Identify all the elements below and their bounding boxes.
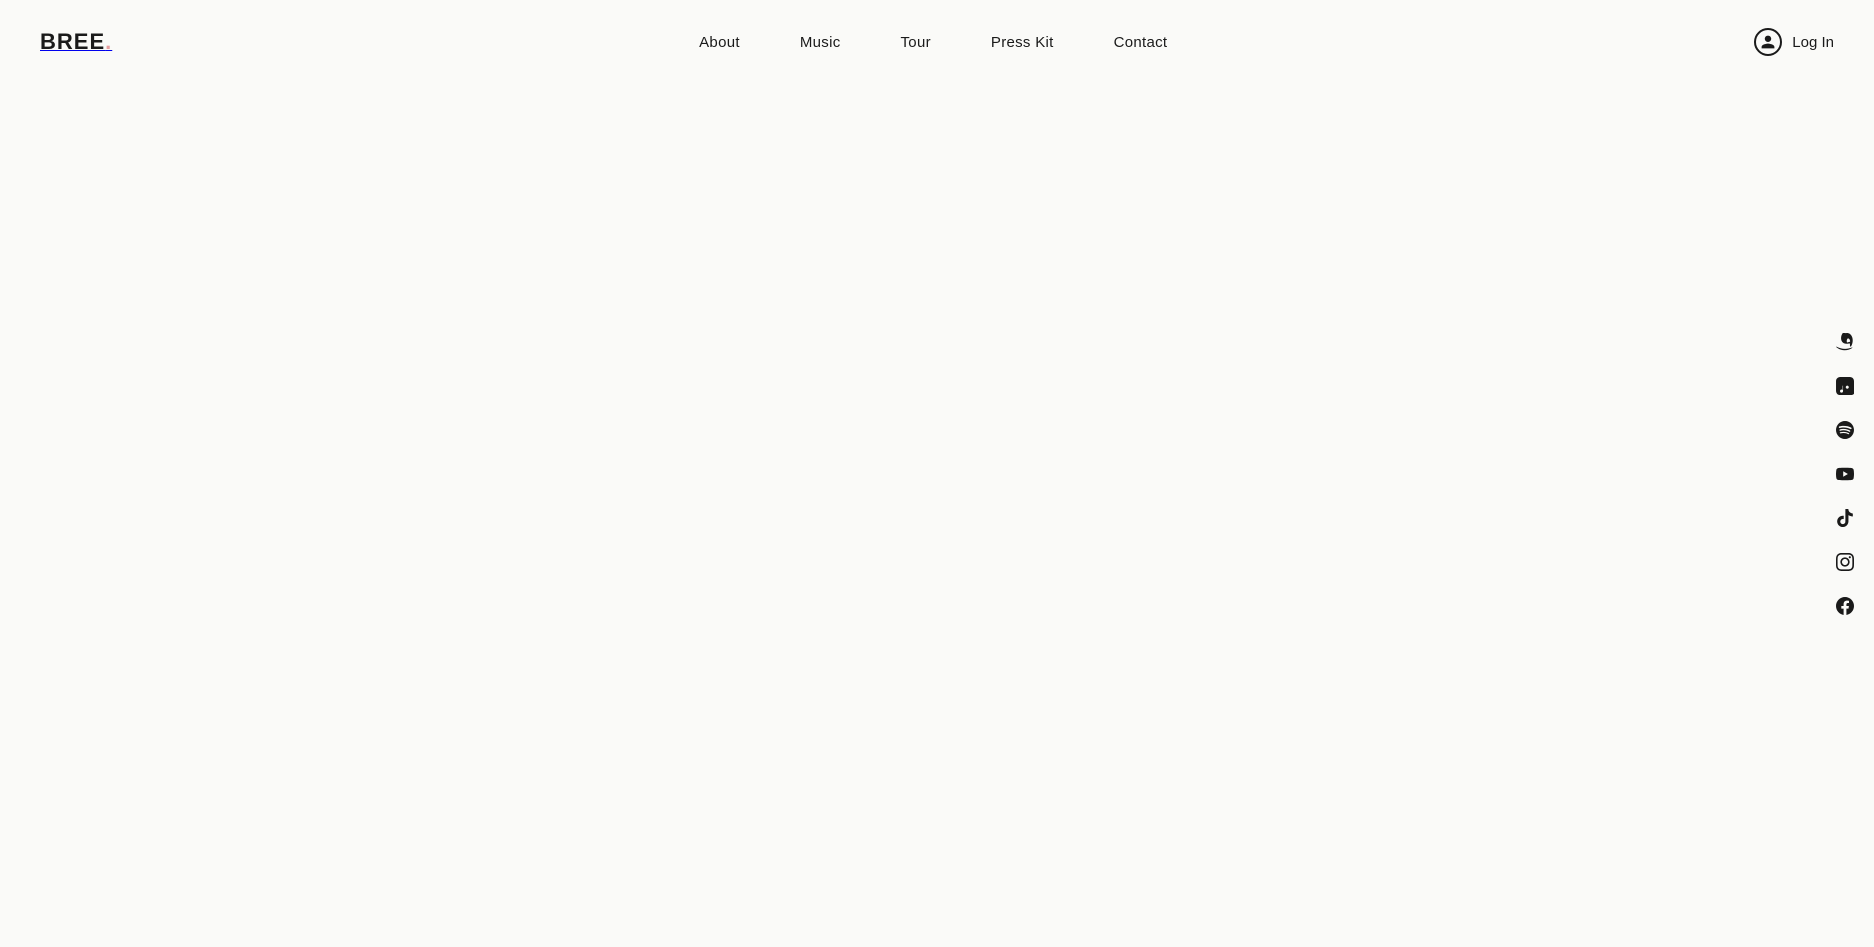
main-nav: About Music Tour Press Kit Contact: [699, 34, 1167, 51]
apple-music-icon[interactable]: [1834, 375, 1856, 397]
tiktok-icon[interactable]: [1834, 507, 1856, 529]
nav-about[interactable]: About: [699, 34, 740, 51]
login-button[interactable]: Log In: [1754, 28, 1834, 56]
social-sidebar: [1834, 331, 1856, 617]
nav-contact[interactable]: Contact: [1114, 34, 1168, 51]
youtube-icon[interactable]: [1834, 463, 1856, 485]
logo[interactable]: BREE.: [40, 29, 112, 55]
account-icon: [1754, 28, 1782, 56]
amazon-icon[interactable]: [1834, 331, 1856, 353]
spotify-icon[interactable]: [1834, 419, 1856, 441]
header: BREE. About Music Tour Press Kit Contact…: [0, 0, 1874, 84]
facebook-icon[interactable]: [1834, 595, 1856, 617]
nav-tour[interactable]: Tour: [901, 34, 931, 51]
login-label: Log In: [1792, 34, 1834, 51]
logo-text: BREE.: [40, 29, 112, 54]
nav-press-kit[interactable]: Press Kit: [991, 34, 1054, 51]
nav-music[interactable]: Music: [800, 34, 841, 51]
main-content: [0, 0, 1874, 863]
instagram-icon[interactable]: [1834, 551, 1856, 573]
